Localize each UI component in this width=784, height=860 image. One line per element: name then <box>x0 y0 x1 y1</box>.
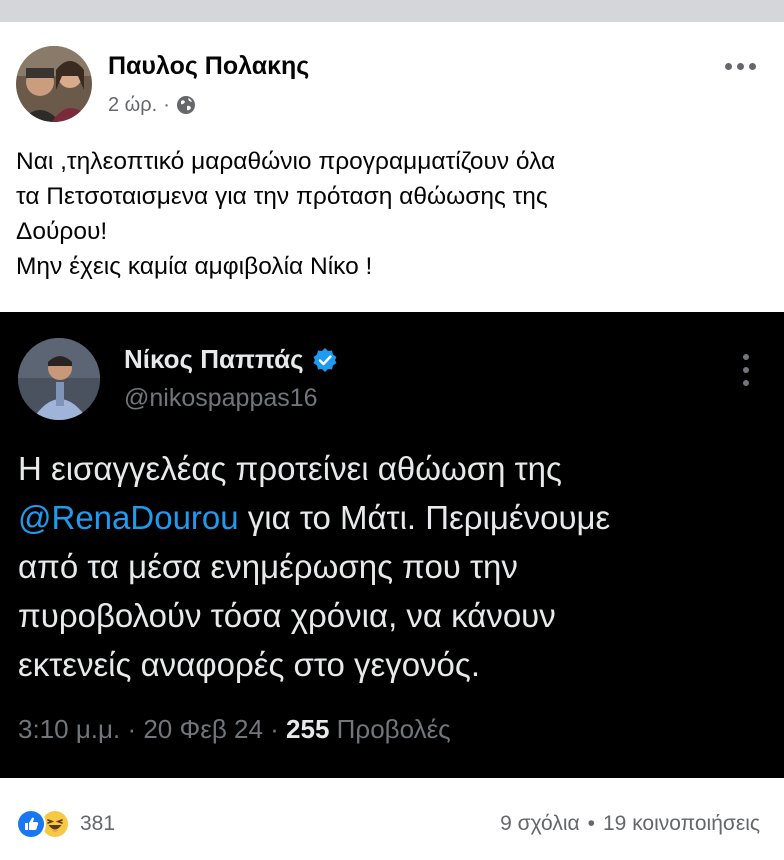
embedded-tweet-screenshot[interactable]: Νίκος Παππάς @nikospappas16 Η εισαγγελέα… <box>0 312 784 778</box>
shares-count-link[interactable]: 19 κοινοποιήσεις <box>603 812 760 836</box>
post-text-line: τα Πετσοταισμενα για την πρόταση αθώωσης… <box>16 183 548 210</box>
meta-separator: · <box>163 93 170 116</box>
tweet-mention: @RenaDourou <box>18 499 239 536</box>
comments-count-link[interactable]: 9 σχόλια <box>500 812 580 836</box>
like-icon <box>16 809 46 839</box>
reaction-count: 381 <box>80 812 116 835</box>
post-meta: 2 ώρ. · <box>108 92 196 118</box>
tweet-text-fragment: για το Μάτι. Περιμένουμε <box>238 499 611 536</box>
top-divider <box>0 0 784 22</box>
tweet-meta: 3:10 μ.μ. · 20 Φεβ 24 · 255 Προβολές <box>18 714 451 745</box>
post-header: Παυλος Πολακης 2 ώρ. · <box>16 46 768 122</box>
engagement-stats: 9 σχόλια • 19 κοινοποιήσεις <box>500 812 760 836</box>
tweet-text-line: εκτενείς αναφορές στο γεγονός. <box>18 646 480 683</box>
facebook-post: Παυλος Πολακης 2 ώρ. · Ναι ,τηλεοπτικό μ… <box>0 22 784 860</box>
post-time[interactable]: 2 ώρ. <box>108 94 157 117</box>
reactions-summary[interactable]: 381 <box>16 808 115 840</box>
tweet-text-line: πυροβολούν τόσα χρόνια, να κάνουν <box>18 597 556 634</box>
tweet-views-count: 255 <box>286 714 330 744</box>
stats-separator: • <box>587 812 595 835</box>
tweet-author-name: Νίκος Παππάς <box>124 344 304 374</box>
post-text-line: Δούρου! <box>16 218 108 245</box>
tweet-text-line: Η εισαγγελέας προτείνει αθώωση της <box>18 450 562 487</box>
tweet-author-handle: @nikospappas16 <box>124 384 318 412</box>
post-text-line: Μην έχεις καμία αμφιβολία Νίκο ! <box>16 253 373 280</box>
post-options-icon[interactable] <box>720 54 760 78</box>
tweet-timestamp: 3:10 μ.μ. · 20 Φεβ 24 · <box>18 714 287 744</box>
tweet-body: Η εισαγγελέας προτείνει αθώωση της @Rena… <box>18 444 778 689</box>
author-name[interactable]: Παυλος Πολακης <box>108 52 309 81</box>
author-avatar[interactable] <box>16 46 92 122</box>
post-text-line: Ναι ,τηλεοπτικό μαραθώνιο προγραμματίζου… <box>16 148 556 175</box>
tweet-author-avatar <box>18 338 100 420</box>
verified-badge-icon <box>312 347 338 373</box>
globe-icon <box>176 95 196 115</box>
tweet-name-row: Νίκος Παππάς <box>124 344 338 375</box>
post-text: Ναι ,τηλεοπτικό μαραθώνιο προγραμματίζου… <box>16 144 776 284</box>
tweet-text-line: από τα μέσα ενημέρωσης που την <box>18 548 518 585</box>
tweet-options-icon <box>740 354 752 386</box>
tweet-text-line: @RenaDourou για το Μάτι. Περιμένουμε <box>18 493 778 542</box>
tweet-views-label: Προβολές <box>329 714 451 744</box>
